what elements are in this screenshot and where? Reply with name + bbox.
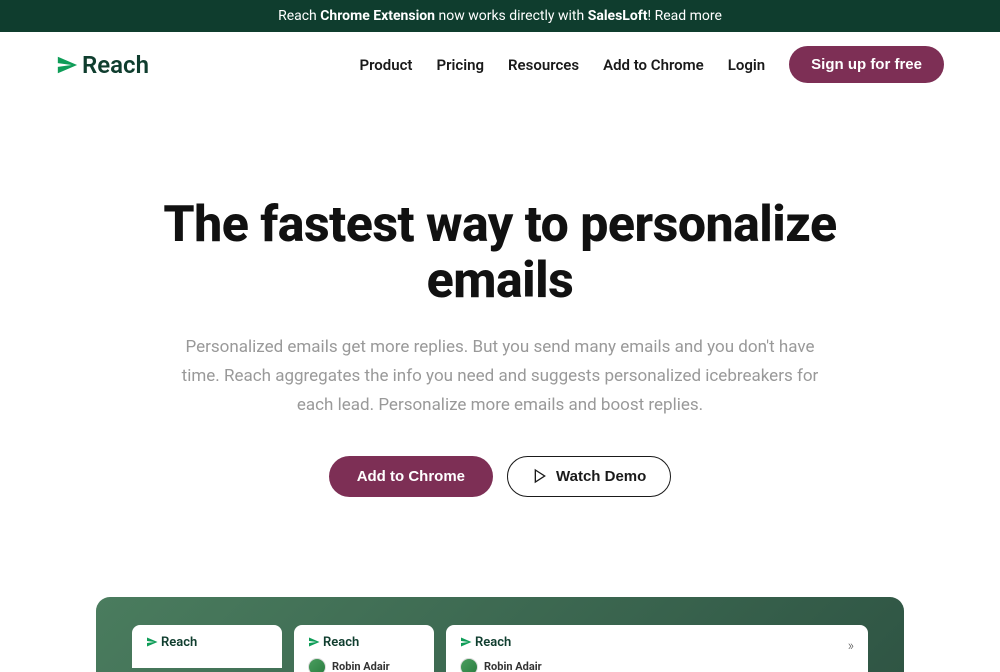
nav-pricing[interactable]: Pricing	[436, 56, 484, 74]
preview-section: Reach Reach Robin Adair Reach »	[48, 597, 952, 672]
watch-demo-label: Watch Demo	[556, 468, 646, 485]
card-logo: Reach	[146, 635, 268, 650]
nav-login[interactable]: Login	[728, 56, 765, 74]
hero-subtitle: Personalized emails get more replies. Bu…	[180, 333, 820, 420]
main-nav: Reach Product Pricing Resources Add to C…	[0, 32, 1000, 97]
preview-card-3: Reach » Robin Adair	[446, 625, 868, 672]
hero-section: The fastest way to personalize emails Pe…	[60, 97, 940, 537]
card-username: Robin Adair	[484, 660, 542, 672]
preview-card-2: Reach Robin Adair	[294, 625, 434, 672]
hero-title: The fastest way to personalize emails	[100, 197, 900, 309]
add-to-chrome-button[interactable]: Add to Chrome	[329, 456, 493, 497]
logo-text: Reach	[82, 51, 149, 79]
card-logo: Reach	[308, 635, 420, 650]
logo[interactable]: Reach	[56, 51, 149, 79]
nav-product[interactable]: Product	[359, 56, 412, 74]
avatar	[460, 658, 478, 672]
card-user: Robin Adair	[308, 658, 420, 672]
card-logo: Reach	[460, 635, 511, 650]
watch-demo-button[interactable]: Watch Demo	[507, 456, 671, 497]
nav-resources[interactable]: Resources	[508, 56, 579, 74]
card-username: Robin Adair	[332, 660, 390, 672]
signup-button[interactable]: Sign up for free	[789, 46, 944, 83]
announcement-bar[interactable]: Reach Chrome Extension now works directl…	[0, 0, 1000, 32]
avatar	[308, 658, 326, 672]
card-user: Robin Adair	[460, 658, 854, 672]
paper-plane-icon	[56, 54, 78, 76]
nav-links: Product Pricing Resources Add to Chrome …	[359, 46, 944, 83]
paper-plane-icon	[308, 636, 320, 648]
announcement-text: Reach Chrome Extension now works directl…	[278, 8, 722, 24]
paper-plane-icon	[146, 636, 158, 648]
play-icon	[532, 468, 548, 484]
preview-background: Reach Reach Robin Adair Reach »	[96, 597, 904, 672]
hero-actions: Add to Chrome Watch Demo	[100, 456, 900, 497]
preview-card-1: Reach	[132, 625, 282, 668]
card-header: Reach »	[460, 635, 854, 658]
chevron-right-icon[interactable]: »	[848, 638, 854, 654]
nav-add-to-chrome[interactable]: Add to Chrome	[603, 56, 704, 74]
paper-plane-icon	[460, 636, 472, 648]
